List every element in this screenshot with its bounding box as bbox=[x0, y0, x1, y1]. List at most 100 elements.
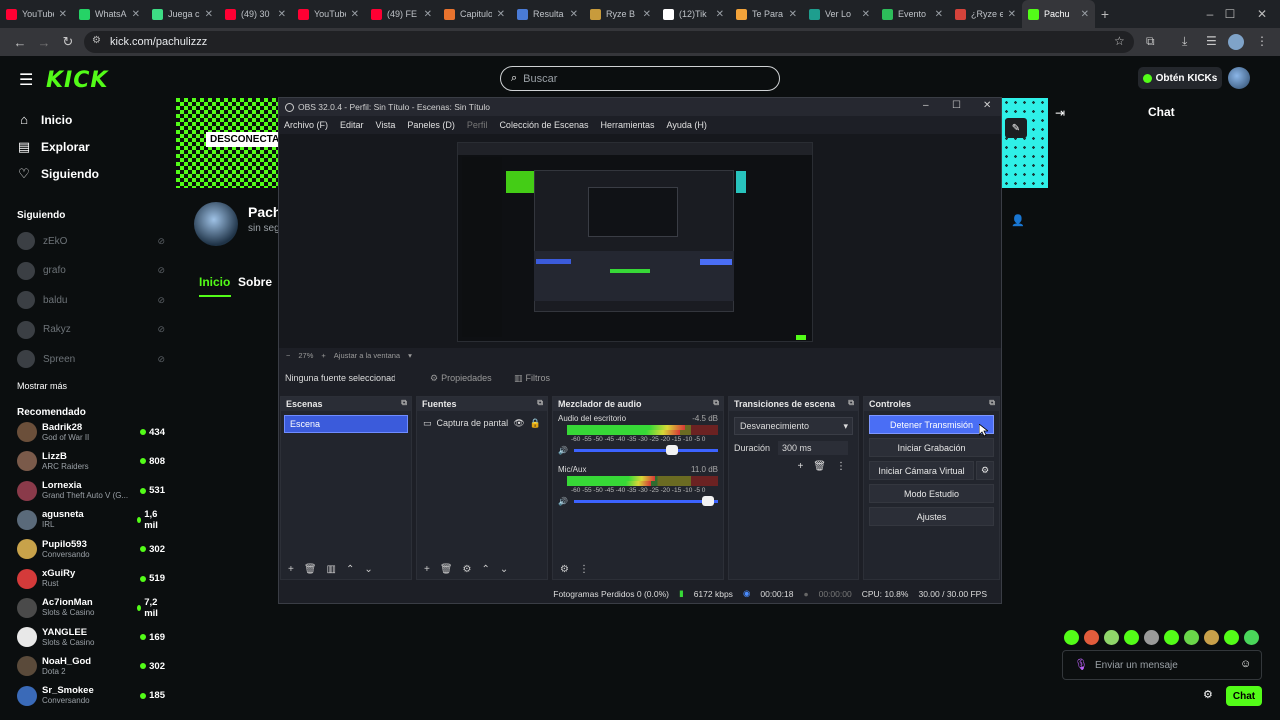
recommended-item[interactable]: xGuiRy Rust 519 bbox=[17, 565, 165, 593]
browser-tab[interactable]: Evento ✕ bbox=[876, 0, 949, 28]
lock-icon[interactable]: 🔒 bbox=[530, 418, 541, 429]
volume-fader[interactable]: 🔊⋮ bbox=[558, 496, 718, 506]
recommended-item[interactable]: Ac7ionMan Slots & Casino 7,2 mil bbox=[17, 594, 165, 622]
obs-menu-item[interactable]: Paneles (D) bbox=[407, 120, 455, 130]
browser-tab[interactable]: Capitulo ✕ bbox=[438, 0, 511, 28]
following-item[interactable]: Spreen ⊘ bbox=[17, 348, 165, 370]
move-down-icon[interactable]: ⌄ bbox=[364, 564, 372, 575]
obs-preview-canvas[interactable] bbox=[457, 142, 813, 342]
obs-menu-item[interactable]: Editar bbox=[340, 120, 364, 130]
add-transition-icon[interactable]: + bbox=[797, 461, 803, 472]
collapse-chat-icon[interactable]: ⇥ bbox=[1055, 106, 1065, 120]
obs-menu-item[interactable]: Perfil bbox=[467, 120, 488, 130]
fader-track[interactable] bbox=[573, 445, 718, 455]
maximize-window-icon[interactable]: ☐ bbox=[1212, 0, 1248, 28]
close-window-icon[interactable]: ✕ bbox=[1244, 0, 1280, 28]
hamburger-menu-icon[interactable]: ☰ bbox=[19, 70, 33, 90]
channel-tab-home[interactable]: Inicio bbox=[199, 275, 230, 289]
dock-popout-icon[interactable]: ⧉ bbox=[401, 398, 407, 408]
tab-close-icon[interactable]: ✕ bbox=[497, 9, 505, 20]
emote-icon[interactable] bbox=[1164, 630, 1179, 645]
emote-icon[interactable] bbox=[1184, 630, 1199, 645]
emote-icon[interactable] bbox=[1204, 630, 1219, 645]
recommended-item[interactable]: YANGLEE Slots & Casino 169 bbox=[17, 623, 165, 651]
extensions-icon[interactable]: ⧉ bbox=[1146, 34, 1155, 49]
tab-close-icon[interactable]: ✕ bbox=[351, 9, 359, 20]
recommended-item[interactable]: NoaH_God Dota 2 302 bbox=[17, 652, 165, 680]
scene-filter-icon[interactable]: ▥ bbox=[327, 564, 336, 575]
browser-tab[interactable]: (49) 30 ✕ bbox=[219, 0, 292, 28]
channel-avatar[interactable] bbox=[194, 202, 238, 246]
browser-tab[interactable]: Juega c ✕ bbox=[146, 0, 219, 28]
download-icon[interactable]: ⤓ bbox=[1182, 34, 1187, 49]
browser-tab[interactable]: YouTube ✕ bbox=[292, 0, 365, 28]
remove-source-icon[interactable]: 🗑 bbox=[440, 564, 453, 575]
obs-menu-item[interactable]: Colección de Escenas bbox=[499, 120, 588, 130]
fader-knob[interactable] bbox=[701, 496, 714, 506]
following-item[interactable]: baldu ⊘ bbox=[17, 289, 165, 311]
tab-close-icon[interactable]: ✕ bbox=[424, 9, 432, 20]
tab-close-icon[interactable]: ✕ bbox=[716, 9, 724, 20]
source-item[interactable]: ▭ Captura de pantalla 👁 🔒 bbox=[423, 415, 541, 431]
duration-input[interactable]: 300 ms bbox=[778, 441, 849, 455]
filters-button[interactable]: ▥ Filtros bbox=[514, 370, 550, 386]
properties-button[interactable]: ⚙ Propiedades bbox=[430, 370, 492, 386]
transition-menu-icon[interactable]: ⋮ bbox=[836, 461, 846, 472]
browser-tab[interactable]: Ryze B ✕ bbox=[584, 0, 657, 28]
user-avatar[interactable] bbox=[1228, 67, 1250, 89]
emote-icon[interactable] bbox=[1084, 630, 1099, 645]
show-more-link[interactable]: Mostrar más bbox=[17, 381, 67, 391]
browser-tab[interactable]: Pachu ✕ bbox=[1022, 0, 1095, 28]
back-icon[interactable]: ← bbox=[8, 35, 32, 50]
tab-close-icon[interactable]: ✕ bbox=[643, 9, 651, 20]
obs-menu-item[interactable]: Ayuda (H) bbox=[667, 120, 707, 130]
browser-tab[interactable]: Resulta ✕ bbox=[511, 0, 584, 28]
dock-popout-icon[interactable]: ⧉ bbox=[537, 398, 543, 408]
transition-select[interactable]: Desvanecimiento ▾ bbox=[734, 417, 853, 435]
dock-popout-icon[interactable]: ⧉ bbox=[848, 398, 854, 408]
tab-close-icon[interactable]: ✕ bbox=[1008, 9, 1016, 20]
recommended-item[interactable]: agusneta IRL 1,6 mil bbox=[17, 506, 165, 534]
obs-close-icon[interactable]: ✕ bbox=[983, 100, 991, 111]
emote-icon[interactable] bbox=[1064, 630, 1079, 645]
bookmark-star-icon[interactable]: ☆ bbox=[1114, 34, 1125, 48]
more-menu-icon[interactable]: ⋮ bbox=[1256, 34, 1268, 48]
emoji-icon[interactable]: ☺ bbox=[1240, 658, 1251, 670]
add-scene-icon[interactable]: + bbox=[288, 564, 294, 575]
browser-tab[interactable]: YouTube ✕ bbox=[0, 0, 73, 28]
tab-close-icon[interactable]: ✕ bbox=[789, 9, 797, 20]
chat-settings-gear-icon[interactable]: ⚙ bbox=[1203, 688, 1213, 701]
fader-knob[interactable] bbox=[665, 445, 678, 455]
stop-streaming-button[interactable]: Detener Transmisión bbox=[869, 415, 994, 434]
emote-icon[interactable] bbox=[1224, 630, 1239, 645]
tab-close-icon[interactable]: ✕ bbox=[862, 9, 870, 20]
start-virtual-camera-button[interactable]: Iniciar Cámara Virtual bbox=[869, 461, 974, 480]
studio-mode-button[interactable]: Modo Estudio bbox=[869, 484, 994, 503]
chevron-down-icon[interactable]: ▾ bbox=[408, 351, 412, 360]
address-bar[interactable]: ⚙ kick.com/pachulizzz bbox=[84, 31, 1134, 53]
zoom-in-icon[interactable]: + bbox=[321, 351, 325, 360]
forward-icon[interactable]: → bbox=[32, 35, 56, 50]
speaker-icon[interactable]: 🔊 bbox=[558, 497, 568, 506]
zoom-out-icon[interactable]: − bbox=[286, 351, 290, 360]
emote-icon[interactable] bbox=[1144, 630, 1159, 645]
dock-popout-icon[interactable]: ⧉ bbox=[989, 398, 995, 408]
browser-tab[interactable]: ¿Ryze e ✕ bbox=[949, 0, 1022, 28]
emote-icon[interactable] bbox=[1244, 630, 1259, 645]
edit-banner-button[interactable]: ✎ bbox=[1005, 118, 1027, 138]
profile-avatar-icon[interactable] bbox=[1228, 34, 1244, 50]
obs-maximize-icon[interactable]: ☐ bbox=[952, 100, 961, 111]
nav-explore[interactable]: ▤ Explorar bbox=[17, 139, 90, 155]
browser-tab[interactable]: (12)Tik ✕ bbox=[657, 0, 730, 28]
add-source-icon[interactable]: + bbox=[424, 564, 430, 575]
start-recording-button[interactable]: Iniciar Grabación bbox=[869, 438, 994, 457]
tab-close-icon[interactable]: ✕ bbox=[1081, 9, 1089, 20]
chat-users-icon[interactable]: 👤 bbox=[1011, 214, 1025, 227]
speaker-icon[interactable]: 🔊 bbox=[558, 446, 568, 455]
remove-scene-icon[interactable]: 🗑 bbox=[304, 564, 317, 575]
following-item[interactable]: grafo ⊘ bbox=[17, 260, 165, 282]
new-tab-icon[interactable]: + bbox=[1095, 6, 1115, 22]
menu-lines-icon[interactable]: ☰ bbox=[1206, 34, 1217, 48]
obs-menu-item[interactable]: Vista bbox=[376, 120, 396, 130]
following-item[interactable]: zEkO ⊘ bbox=[17, 230, 165, 252]
